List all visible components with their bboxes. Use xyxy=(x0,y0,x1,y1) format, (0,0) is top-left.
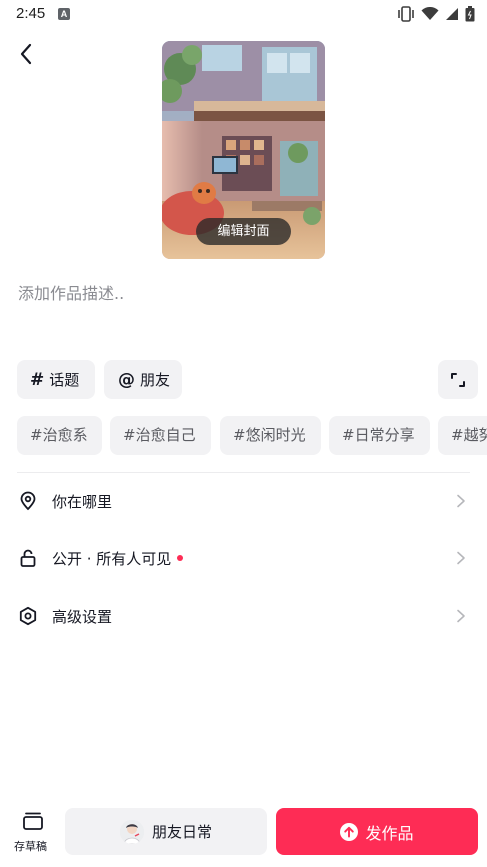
chevron-right-icon xyxy=(457,494,465,508)
wifi-icon xyxy=(421,7,439,20)
visibility-row[interactable]: 公开 · 所有人可见 xyxy=(0,538,487,578)
advanced-settings-row[interactable]: 高级设置 xyxy=(0,596,487,636)
publish-button[interactable]: 发作品 xyxy=(276,808,478,855)
back-button[interactable] xyxy=(10,38,42,70)
avatar xyxy=(119,819,144,844)
status-icons xyxy=(397,4,475,24)
signal-icon xyxy=(446,8,458,20)
tag-chip[interactable]: #越努 xyxy=(438,416,487,455)
chevron-left-icon xyxy=(20,43,32,65)
unread-dot xyxy=(177,555,184,561)
location-row[interactable]: 你在哪里 xyxy=(0,481,487,521)
save-draft-button[interactable]: 存草稿 xyxy=(12,808,52,856)
battery-icon xyxy=(465,6,475,22)
chevron-right-icon xyxy=(457,551,465,565)
friend-label: 朋友 xyxy=(140,371,171,389)
friends-daily-button[interactable]: 朋友日常 xyxy=(65,808,267,855)
edit-cover-button[interactable]: 编辑封面 xyxy=(196,218,291,245)
tag-chip[interactable]: #治愈系 xyxy=(17,416,102,455)
advanced-settings-label: 高级设置 xyxy=(52,608,113,626)
description-input[interactable]: 添加作品描述.. xyxy=(18,280,124,304)
topic-button[interactable]: # 话题 xyxy=(17,360,95,399)
tag-chip[interactable]: #悠闲时光 xyxy=(220,416,321,455)
visibility-label: 公开 · 所有人可见 xyxy=(52,550,172,568)
mention-friend-button[interactable]: @ 朋友 xyxy=(104,360,182,399)
hexagon-settings-icon xyxy=(19,606,37,626)
expand-icon xyxy=(451,372,465,387)
status-time: 2:45 xyxy=(16,5,46,22)
upload-arrow-icon xyxy=(340,822,359,841)
cover-image[interactable]: 编辑封面 xyxy=(162,41,325,259)
hashtag-icon: # xyxy=(30,369,45,390)
suggested-tags: #治愈系 #治愈自己 #悠闲时光 #日常分享 #越努 xyxy=(17,416,487,455)
divider xyxy=(17,472,470,473)
friends-daily-label: 朋友日常 xyxy=(151,823,212,841)
publish-label: 发作品 xyxy=(365,823,414,843)
topic-label: 话题 xyxy=(49,371,80,389)
location-pin-icon xyxy=(20,491,36,511)
tag-chip[interactable]: #治愈自己 xyxy=(110,416,211,455)
chevron-right-icon xyxy=(457,609,465,623)
visibility-label-wrap: 公开 · 所有人可见 xyxy=(52,548,184,569)
expand-button[interactable] xyxy=(438,360,478,399)
save-draft-label: 存草稿 xyxy=(14,840,47,853)
tag-chip[interactable]: #日常分享 xyxy=(329,416,430,455)
unlock-icon xyxy=(20,549,36,567)
status-bar: 2:45 A xyxy=(0,0,487,28)
notification-a-icon: A xyxy=(58,8,70,20)
at-icon: @ xyxy=(118,369,135,390)
avatar-image xyxy=(119,819,144,844)
location-label: 你在哪里 xyxy=(52,493,113,511)
drafts-box-icon xyxy=(23,812,43,830)
vibrate-icon xyxy=(398,6,414,22)
